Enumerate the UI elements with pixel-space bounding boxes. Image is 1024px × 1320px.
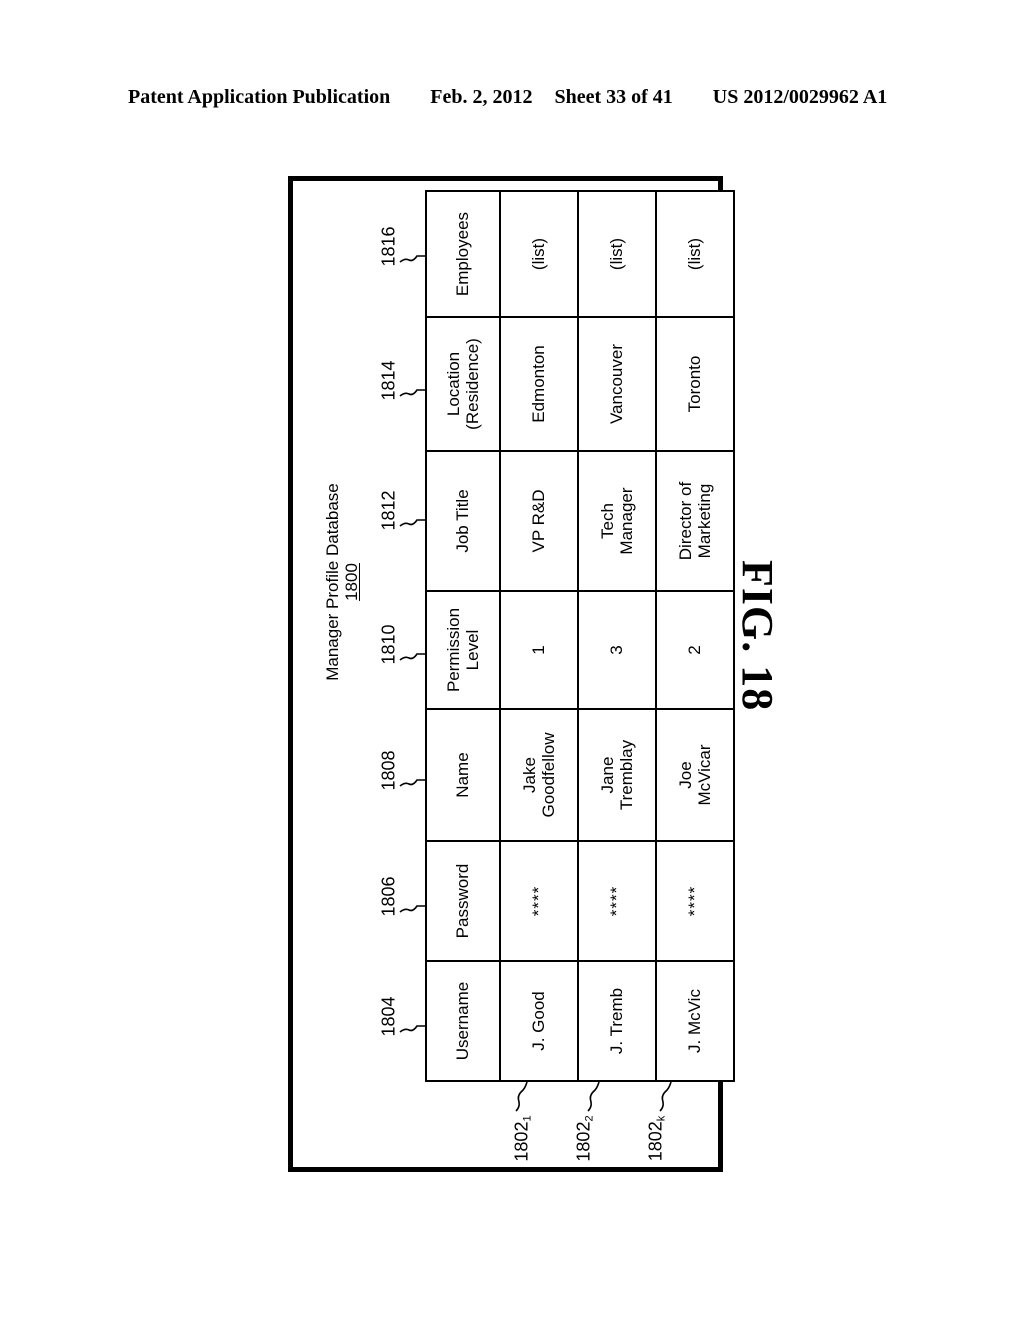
publication-label: Patent Application Publication <box>128 86 391 108</box>
cell-job-title: Tech Manager <box>578 451 656 591</box>
table-title-text: Manager Profile Database <box>322 483 342 681</box>
sheet-number: Sheet 33 of 41 <box>554 86 673 108</box>
cell-username: J. Tremb <box>578 961 656 1081</box>
patent-number: US 2012/0029962 A1 <box>712 86 888 108</box>
cell-username: J. Good <box>500 961 578 1081</box>
column-leader-password <box>399 905 426 913</box>
column-ref-username: 1804 <box>379 990 400 1044</box>
header-job-title: Job Title <box>426 451 500 591</box>
column-leader-location <box>399 389 426 397</box>
row-ref-1: 18021 <box>511 1104 534 1174</box>
cell-name: Jake Goodfellow <box>500 709 578 841</box>
row-ref-2-sub: 2 <box>583 1115 596 1122</box>
column-ref-name: 1808 <box>379 744 400 798</box>
profile-table-wrapper: Username Password Name Permission Level … <box>425 191 734 1082</box>
column-ref-location: 1814 <box>379 354 400 408</box>
column-ref-employees: 1816 <box>379 220 400 274</box>
cell-employees: (list) <box>500 191 578 317</box>
table-row: J. Good **** Jake Goodfellow 1 VP R&D Ed… <box>500 191 578 1081</box>
cell-password: **** <box>578 841 656 961</box>
header-location: Location (Residence) <box>426 317 500 451</box>
cell-password: **** <box>500 841 578 961</box>
column-leader-name <box>399 779 426 787</box>
column-leader-permission-level <box>399 653 426 661</box>
header-name: Name <box>426 709 500 841</box>
table-row: J. Tremb **** Jane Tremblay 3 Tech Manag… <box>578 191 656 1081</box>
cell-employees: (list) <box>578 191 656 317</box>
row-ref-2-text: 1802 <box>573 1121 594 1162</box>
row-ref-k-sub: k <box>655 1115 668 1122</box>
column-ref-name-text: 1808 <box>378 750 399 791</box>
column-ref-job-title: 1812 <box>379 484 400 538</box>
cell-location: Vancouver <box>578 317 656 451</box>
column-ref-permission-level-text: 1810 <box>378 624 399 665</box>
table-row: J. McVic **** Joe McVicar 2 Director of … <box>656 191 734 1081</box>
row-ref-2: 18022 <box>573 1104 596 1174</box>
row-leader-k <box>659 1081 672 1112</box>
cell-job-title: VP R&D <box>500 451 578 591</box>
column-ref-employees-text: 1816 <box>378 226 399 267</box>
table-title-ref: 1800 <box>342 563 361 601</box>
column-ref-password-text: 1806 <box>378 876 399 917</box>
column-leader-username <box>399 1025 426 1033</box>
column-ref-password: 1806 <box>379 870 400 924</box>
row-leader-1 <box>515 1081 528 1112</box>
row-ref-1-text: 1802 <box>511 1121 532 1162</box>
row-leader-2 <box>587 1081 600 1112</box>
cell-location: Toronto <box>656 317 734 451</box>
cell-username: J. McVic <box>656 961 734 1081</box>
header-permission-level: Permission Level <box>426 591 500 709</box>
cell-job-title: Director of Marketing <box>656 451 734 591</box>
cell-permission-level: 2 <box>656 591 734 709</box>
table-header-row: Username Password Name Permission Level … <box>426 191 500 1081</box>
header-username: Username <box>426 961 500 1081</box>
cell-permission-level: 1 <box>500 591 578 709</box>
header-employees: Employees <box>426 191 500 317</box>
row-ref-k-text: 1802 <box>645 1121 666 1162</box>
cell-password: **** <box>656 841 734 961</box>
column-ref-username-text: 1804 <box>378 996 399 1037</box>
column-ref-job-title-text: 1812 <box>378 490 399 531</box>
cell-name: Jane Tremblay <box>578 709 656 841</box>
row-ref-1-sub: 1 <box>521 1115 534 1122</box>
cell-location: Edmonton <box>500 317 578 451</box>
column-leader-job-title <box>399 519 426 527</box>
publication-date: Feb. 2, 2012 <box>430 86 533 108</box>
row-ref-k: 1802k <box>645 1104 668 1174</box>
column-ref-permission-level: 1810 <box>379 618 400 672</box>
figure-label: FIG. 18 <box>733 560 783 712</box>
patent-header: Patent Application Publication Feb. 2, 2… <box>128 86 896 112</box>
header-password: Password <box>426 841 500 961</box>
column-leader-employees <box>399 255 426 263</box>
column-ref-location-text: 1814 <box>378 360 399 401</box>
table-title: Manager Profile Database 1800 <box>320 432 364 732</box>
manager-profile-table: Username Password Name Permission Level … <box>425 190 735 1082</box>
cell-employees: (list) <box>656 191 734 317</box>
cell-name: Joe McVicar <box>656 709 734 841</box>
cell-permission-level: 3 <box>578 591 656 709</box>
